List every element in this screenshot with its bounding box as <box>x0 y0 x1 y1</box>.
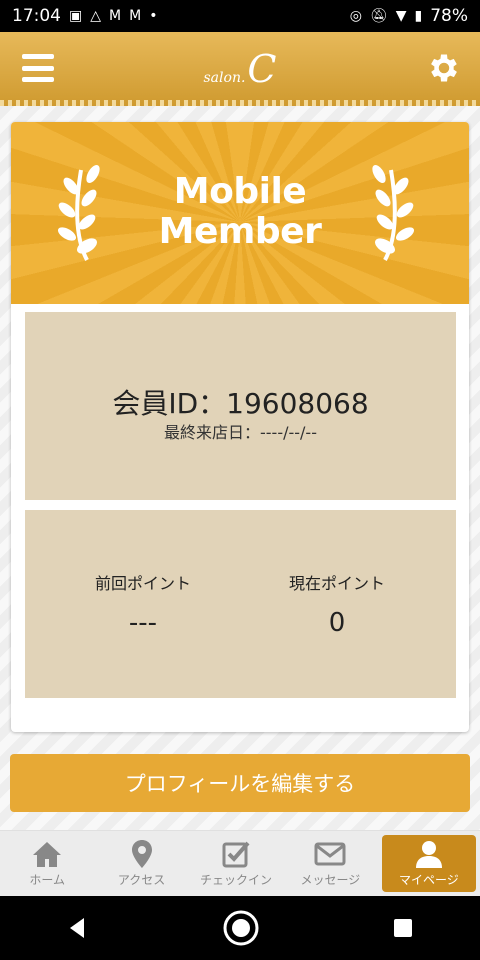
salon-logo: salon. C <box>203 47 277 91</box>
tab-label: メッセージ <box>300 873 361 887</box>
home-icon <box>33 842 62 867</box>
battery-icon: ▮ <box>414 8 423 24</box>
mute-icon: 🔕︎ <box>369 8 388 24</box>
gmail-icon: M <box>129 8 142 24</box>
home-button-icon[interactable] <box>221 908 261 948</box>
previous-points-label: 前回ポイント <box>94 574 191 593</box>
drive-icon: △ <box>90 8 102 24</box>
mail-icon <box>314 842 346 866</box>
app-header: salon. C <box>0 32 480 106</box>
edit-profile-button[interactable]: プロフィールを編集する <box>10 754 470 812</box>
user-icon <box>415 841 442 868</box>
member-id: 会員ID：19608068 <box>112 387 369 420</box>
status-time: 17:04 <box>12 6 61 26</box>
tab-mypage[interactable]: マイページ <box>381 835 477 892</box>
logo-text-small: salon. <box>203 70 246 86</box>
back-icon[interactable] <box>66 916 90 940</box>
previous-points-value: --- <box>128 608 158 638</box>
wifi-icon: ▼ <box>395 8 407 24</box>
member-banner: Mobile Member <box>11 122 469 304</box>
tab-label: マイページ <box>398 873 459 887</box>
dot-icon: • <box>149 8 158 24</box>
gear-icon[interactable] <box>426 50 462 86</box>
tab-message[interactable]: メッセージ <box>283 831 377 896</box>
last-visit-date: 最終来店日：----/--/-- <box>164 423 317 442</box>
member-card: Mobile Member 会員ID：19608068 最終来店日：----/-… <box>11 122 469 732</box>
member-id-panel: 会員ID：19608068 最終来店日：----/--/-- <box>25 312 456 500</box>
tab-access[interactable]: アクセス <box>94 831 188 896</box>
tab-label: チェックイン <box>200 873 273 887</box>
tab-label: アクセス <box>117 873 166 887</box>
points-panel: 前回ポイント --- 現在ポイント 0 <box>25 510 456 698</box>
current-points-value: 0 <box>328 608 346 638</box>
hamburger-menu-icon[interactable] <box>22 54 54 82</box>
tab-home[interactable]: ホーム <box>0 831 94 896</box>
laurel-icon <box>372 164 415 261</box>
previous-points: 前回ポイント --- <box>43 570 243 638</box>
checkbox-icon <box>222 841 250 868</box>
nfc-icon: ◎ <box>349 8 362 24</box>
battery-percent: 78% <box>430 6 468 26</box>
current-points-label: 現在ポイント <box>288 574 385 593</box>
status-bar: 17:04 ▣ △ M M • ◎ 🔕︎ ▼ ▮ 78% <box>0 0 480 32</box>
gmail-icon: M <box>109 8 122 24</box>
system-nav-bar <box>0 896 480 960</box>
bottom-tab-bar: ホーム アクセス チェックイン メッセージ マイページ <box>0 830 480 896</box>
content-area: Mobile Member 会員ID：19608068 最終来店日：----/-… <box>0 106 480 830</box>
tab-label: ホーム <box>29 873 66 887</box>
current-points: 現在ポイント 0 <box>237 570 437 638</box>
image-icon: ▣ <box>69 8 83 24</box>
logo-text-big: C <box>247 47 277 91</box>
tab-checkin[interactable]: チェックイン <box>189 831 283 896</box>
map-pin-icon <box>131 840 152 868</box>
recents-icon[interactable] <box>392 917 414 939</box>
